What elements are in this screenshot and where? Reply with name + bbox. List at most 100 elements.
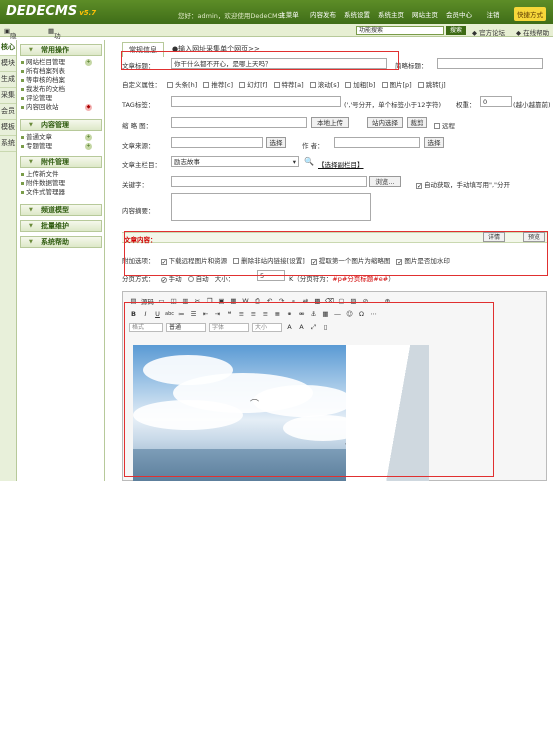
tab-collect[interactable]: 采集 xyxy=(0,88,16,104)
highlight-box-content-header xyxy=(124,231,548,276)
flag-label: 滚动[s] xyxy=(317,81,340,89)
source-input[interactable] xyxy=(171,137,263,148)
tab-module[interactable]: 模块 xyxy=(0,56,16,72)
menu-item-recycle[interactable]: 内容回收站 ◆ xyxy=(18,103,104,112)
tab-system[interactable]: 系统 xyxy=(0,136,16,152)
function-search-input[interactable]: 功能搜索 xyxy=(356,26,444,35)
nav-member-center[interactable]: 会员中心 xyxy=(442,9,476,19)
tab-member[interactable]: 会员 xyxy=(0,104,16,120)
top-nav: 主菜单 内容发布 系统设置 系统主页 网站主页 会员中心 注销 xyxy=(272,9,510,19)
menu-item-columns[interactable]: 网站栏目管理 + xyxy=(18,58,104,67)
flag-picture-checkbox[interactable] xyxy=(381,82,388,88)
flag-label: 头条[h] xyxy=(175,81,198,89)
author-input[interactable] xyxy=(334,137,420,148)
flag-headline-checkbox[interactable] xyxy=(167,82,174,88)
auto-keywords-checkbox[interactable] xyxy=(416,183,422,189)
menu-group-common[interactable]: 常用操作 xyxy=(20,44,102,56)
dedecms-logo: DEDECMS v5.7 xyxy=(6,4,97,19)
summary-textarea[interactable] xyxy=(171,193,371,221)
flag-slide-checkbox[interactable] xyxy=(239,82,246,88)
auto-keywords-label: 自动获取，手动填写用","分开 xyxy=(424,181,511,189)
short-title-input[interactable] xyxy=(437,58,543,69)
nav-content-publish[interactable]: 内容发布 xyxy=(306,9,340,19)
tab-template[interactable]: 模板 xyxy=(0,120,16,136)
menu-item-attach-data[interactable]: 附件数据管理 xyxy=(18,179,104,188)
highlight-box-title xyxy=(121,51,399,70)
menu-group-channel[interactable]: 频道模型 xyxy=(20,204,102,216)
search-button[interactable]: 搜索 xyxy=(446,26,466,35)
short-title-label: 简略标题： xyxy=(395,62,428,70)
keywords-input[interactable] xyxy=(171,176,367,187)
tag-input[interactable] xyxy=(171,96,341,107)
weight-input[interactable]: 0 xyxy=(480,96,512,107)
flag-scroll-checkbox[interactable] xyxy=(309,82,316,88)
search-icon[interactable]: 🔍 xyxy=(304,157,314,166)
menu-item-file-manager[interactable]: 文件式管理器 xyxy=(18,188,104,197)
paging-auto-radio[interactable] xyxy=(187,276,194,282)
browse-button[interactable]: 浏览... xyxy=(369,176,401,187)
flag-label: 图片[p] xyxy=(389,81,412,89)
flag-recommend-checkbox[interactable] xyxy=(203,82,210,88)
nav-logout[interactable]: 注销 xyxy=(476,9,510,19)
nav-system-home[interactable]: 系统主页 xyxy=(374,9,408,19)
flag-bold-checkbox[interactable] xyxy=(345,82,352,88)
select-subcolumn-link[interactable]: 【选择副栏目】 xyxy=(318,159,364,169)
add-icon[interactable]: + xyxy=(85,59,92,66)
menu-group-content[interactable]: 内容管理 xyxy=(20,119,102,131)
thumb-input[interactable] xyxy=(171,117,307,128)
flag-label: 特荐[a] xyxy=(281,81,304,89)
column-select[interactable]: 励志故事 ▾ xyxy=(171,156,299,167)
flag-special-checkbox[interactable] xyxy=(273,82,280,88)
paging-manual-radio[interactable] xyxy=(160,277,167,283)
menu-group-batch[interactable]: 批量维护 xyxy=(20,220,102,232)
crop-button[interactable]: 裁剪 xyxy=(407,117,427,128)
sub-toolbar: ▣ 隐藏菜单 ▦ 功能地图 xyxy=(0,24,553,70)
sidebar-menu: 常用操作 网站栏目管理+ 所有档案列表 等审核的档案 我发布的文档 评论管理 内… xyxy=(18,40,105,481)
nav-site-home[interactable]: 网站主页 xyxy=(408,9,442,19)
shield-icon[interactable]: ◆ xyxy=(85,104,92,111)
menu-item-upload[interactable]: 上传新文件 xyxy=(18,170,104,179)
pager-code: #p#分页标题#e# xyxy=(332,275,389,283)
remote-option[interactable]: 远程 xyxy=(430,120,455,130)
flag-jump-checkbox[interactable] xyxy=(417,82,424,88)
quick-shortcut-button[interactable]: 快捷方式 xyxy=(514,7,546,21)
menu-item-comments[interactable]: 评论管理 xyxy=(18,94,104,103)
nav-system-settings[interactable]: 系统设置 xyxy=(340,9,374,19)
menu-group-help[interactable]: 系统帮助 xyxy=(20,236,102,248)
menu-item-my-docs[interactable]: 我发布的文档 xyxy=(18,85,104,94)
arrow-icon: ◆ xyxy=(472,29,477,37)
tab-generate[interactable]: 生成 xyxy=(0,72,16,88)
online-help-link[interactable]: ◆ 在线帮助 xyxy=(516,27,549,37)
menu-item-all-docs[interactable]: 所有档案列表 xyxy=(18,67,104,76)
menu-item-topics[interactable]: 专题管理 + xyxy=(18,142,104,151)
tab-core[interactable]: 核心 xyxy=(0,40,16,56)
source-select-button[interactable]: 选择 xyxy=(266,137,286,148)
chevron-down-icon: ▾ xyxy=(292,158,296,166)
weight-hint: (越小越靠前) xyxy=(513,101,551,109)
auto-keywords-option[interactable]: 自动获取，手动填写用","分开 xyxy=(412,179,510,189)
highlight-box-editor xyxy=(124,302,494,477)
add-icon[interactable]: + xyxy=(85,134,92,141)
flags-label: 自定义属性： xyxy=(122,81,161,89)
upload-button[interactable]: 本地上传 xyxy=(311,117,349,128)
flag-label: 加粗[b] xyxy=(353,81,376,89)
nav-main-menu[interactable]: 主菜单 xyxy=(272,9,306,19)
auto-label: 自动 xyxy=(195,275,209,283)
function-map-button[interactable]: ▦ 功能地图 xyxy=(48,27,61,70)
remote-checkbox[interactable] xyxy=(434,123,440,129)
left-module-tabs: 核心 模块 生成 采集 会员 模板 系统 xyxy=(0,40,17,481)
menu-item-pending-docs[interactable]: 等审核的档案 xyxy=(18,76,104,85)
official-forum-link[interactable]: ◆ 官方论坛 xyxy=(472,27,505,37)
menu-item-articles[interactable]: 普通文章 + xyxy=(18,133,104,142)
top-header: DEDECMS v5.7 您好：admin，欢迎使用DedeCMS！ 主菜单 内容… xyxy=(0,0,553,24)
menu-group-attach[interactable]: 附件管理 xyxy=(20,156,102,168)
column-label: 文章主栏目： xyxy=(122,161,161,169)
thumb-label: 缩 略 图： xyxy=(122,122,153,130)
author-select-button[interactable]: 选择 xyxy=(424,137,444,148)
flag-label: 跳转[j] xyxy=(425,81,446,89)
manual-label: 手动 xyxy=(168,275,182,283)
add-icon[interactable]: + xyxy=(85,143,92,150)
remote-label: 远程 xyxy=(442,122,455,130)
site-select-button[interactable]: 站内选择 xyxy=(367,117,403,128)
hide-menu-button[interactable]: ▣ 隐藏菜单 xyxy=(4,27,17,70)
